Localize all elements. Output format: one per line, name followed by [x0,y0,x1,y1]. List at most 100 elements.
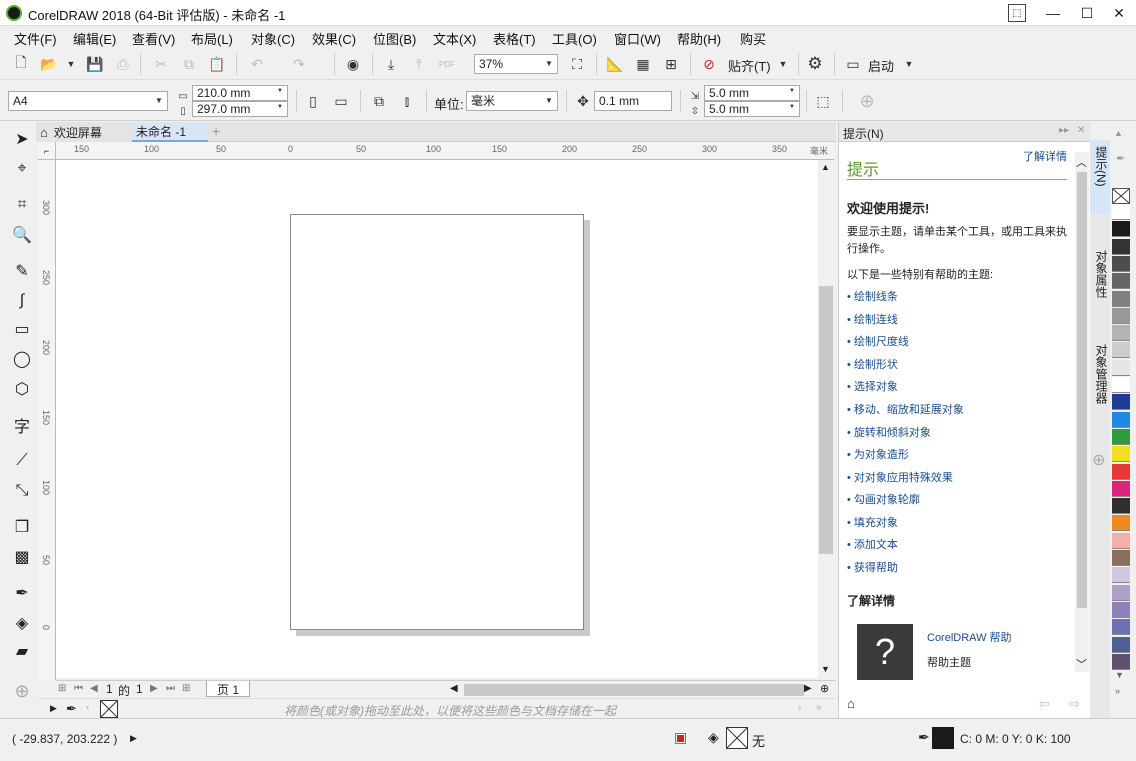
ellipse-tool-icon[interactable]: ◯ [9,346,35,372]
vertical-scroll-thumb[interactable] [819,286,833,554]
palette-color-swatch[interactable] [1112,359,1130,376]
horizontal-ruler[interactable]: 150 100 50 0 50 100 150 200 250 300 350 … [56,142,834,160]
palette-color-swatch[interactable] [1112,307,1130,324]
maximize-button[interactable]: ☐ [1070,0,1104,26]
full-screen-icon[interactable]: ⛶ [566,53,588,75]
snap-to-button[interactable]: 贴齐(T) [728,56,771,75]
text-tool-icon[interactable]: 字 [9,412,35,438]
duplicate-y-field[interactable]: 5.0 mm ▼ [704,101,800,117]
export-icon[interactable]: ⤒ [408,53,430,75]
topic-link[interactable]: • 选择对象 [847,378,898,394]
docker-scroll-down-icon[interactable]: ﹀ [1076,656,1087,672]
cut-icon[interactable]: ✂ [150,53,172,75]
last-page-icon[interactable]: ⏭ [166,683,175,694]
crop-tool-icon[interactable]: ⌗ [9,192,35,218]
add-tool-icon[interactable]: ⊕ [9,678,35,704]
palette-color-swatch[interactable] [1112,515,1130,532]
palette-color-swatch[interactable] [1112,428,1130,445]
vertical-ruler[interactable]: 300 250 200 150 100 50 0 [38,160,56,680]
print-icon[interactable]: ⎙ [112,53,134,75]
corel-connect-icon[interactable]: ◉ [342,53,364,75]
menu-layout[interactable]: 布局(L) [191,29,233,48]
previous-page-icon[interactable]: ◀ [90,683,98,694]
publish-pdf-icon[interactable]: PDF [436,53,458,75]
import-icon[interactable]: ⤓ [380,53,402,75]
topic-link[interactable]: • 填充对象 [847,514,898,530]
palette-color-swatch[interactable] [1112,463,1130,480]
topic-link[interactable]: • 对对象应用特殊效果 [847,469,953,485]
palette-color-swatch[interactable] [1112,498,1130,515]
palette-more-icon[interactable]: » [816,702,822,713]
docker-home-icon[interactable]: ⌂ [847,696,855,711]
copy-icon[interactable]: ⧉ [178,53,200,75]
snap-off-icon[interactable]: ⊘ [698,53,720,75]
learn-more-link[interactable]: 了解详情 [1023,150,1067,164]
outline-color-swatch[interactable] [932,727,954,749]
topic-link[interactable]: • 添加文本 [847,536,898,552]
zoom-level-field[interactable]: 37% ▼ [474,54,558,74]
sidetab-hints[interactable]: 提示(N) [1090,140,1110,214]
open-folder-icon[interactable]: 📂 [38,53,60,75]
add-page-after-icon[interactable]: ⊞ [182,683,190,694]
duplicate-x-field[interactable]: 5.0 mm ▼ [704,85,800,101]
docker-collapse-icon[interactable]: ▸▸ [1059,125,1069,136]
add-page-before-icon[interactable]: ⊞ [58,683,66,694]
spin-down-icon[interactable]: ▼ [785,102,799,111]
palette-color-swatch[interactable] [1112,411,1130,428]
drop-shadow-tool-icon[interactable]: ❐ [9,514,35,540]
sidetab-object-properties[interactable]: 对象属性 [1090,236,1110,316]
treat-as-filled-icon[interactable]: ⬚ [812,90,834,112]
zoom-tool-icon[interactable]: 🔍 [9,222,35,248]
palette-color-swatch[interactable] [1112,325,1130,342]
pick-tool-icon[interactable]: ➤ [9,126,35,152]
page-height-field[interactable]: 297.0 mm ▼ [192,101,288,117]
no-color-swatch[interactable] [100,700,118,718]
next-page-icon[interactable]: ▶ [150,683,158,694]
topic-link[interactable]: • 绘制连线 [847,311,898,327]
palette-color-swatch[interactable] [1112,584,1130,601]
parallel-dimension-tool-icon[interactable]: ⟋ [9,448,35,474]
launch-button[interactable]: 启动 [868,56,894,75]
smart-fill-tool-icon[interactable]: ▰ [9,638,35,664]
palette-color-swatch[interactable] [1112,636,1130,653]
all-pages-icon[interactable]: ⧉ [368,90,390,112]
docker-close-icon[interactable]: ✕ [1077,125,1085,136]
tab-welcome-screen[interactable]: ⌂ 欢迎屏幕 [36,122,132,142]
palette-color-swatch[interactable] [1112,567,1130,584]
menu-buy[interactable]: 购买 [740,29,766,48]
current-page-icon[interactable]: ⫾ [396,90,418,112]
page-size-chevron-icon[interactable]: ▼ [151,92,167,110]
freehand-tool-icon[interactable]: ✎ [9,258,35,284]
menu-help[interactable]: 帮助(H) [677,29,721,48]
close-button[interactable]: ✕ [1102,0,1136,26]
tab-document[interactable]: 未命名 -1 [132,122,208,142]
palette-color-swatch[interactable] [1112,273,1130,290]
palette-color-swatch[interactable] [1112,204,1130,220]
scroll-down-icon[interactable]: ▼ [821,664,830,674]
eyedropper-tool-icon[interactable]: ✒ [9,580,35,606]
transparency-tool-icon[interactable]: ▩ [9,544,35,570]
topic-link[interactable]: • 绘制尺度线 [847,333,909,349]
palette-color-swatch[interactable] [1112,255,1130,272]
palette-color-swatch[interactable] [1112,480,1130,497]
scroll-up-icon[interactable]: ▲ [821,162,830,172]
document-palette[interactable]: ▶ ✒ ‹ 将颜色(或对象)拖动至此处，以便将这些颜色与文档存储在一起 › » [38,698,836,718]
first-page-icon[interactable]: ⏮ [74,683,83,694]
palette-no-fill-swatch[interactable] [1112,188,1130,204]
palette-down-icon[interactable]: ▼ [1115,670,1124,680]
page-width-field[interactable]: 210.0 mm ▼ [192,85,288,101]
menu-table[interactable]: 表格(T) [493,29,536,48]
spin-down-icon[interactable]: ▼ [273,86,287,95]
add-docker-icon[interactable]: ⊕ [1092,450,1105,470]
page-size-select[interactable]: A4 ▼ [8,91,168,111]
topic-link[interactable]: • 移动、缩放和延展对象 [847,401,964,417]
units-select[interactable]: 毫米 ▼ [466,91,558,111]
scroll-right-icon[interactable]: ▶ [804,683,812,694]
palette-eyedropper-icon[interactable]: ✒ [66,701,77,717]
menu-object[interactable]: 对象(C) [251,29,295,48]
palette-color-swatch[interactable] [1112,221,1130,238]
color-proof-icon[interactable]: ▣ [674,729,687,746]
launch-dropdown-chevron-icon[interactable]: ▼ [898,53,920,75]
interactive-fill-tool-icon[interactable]: ◈ [9,610,35,636]
palette-scroll-left-icon[interactable]: ‹ [86,702,89,713]
